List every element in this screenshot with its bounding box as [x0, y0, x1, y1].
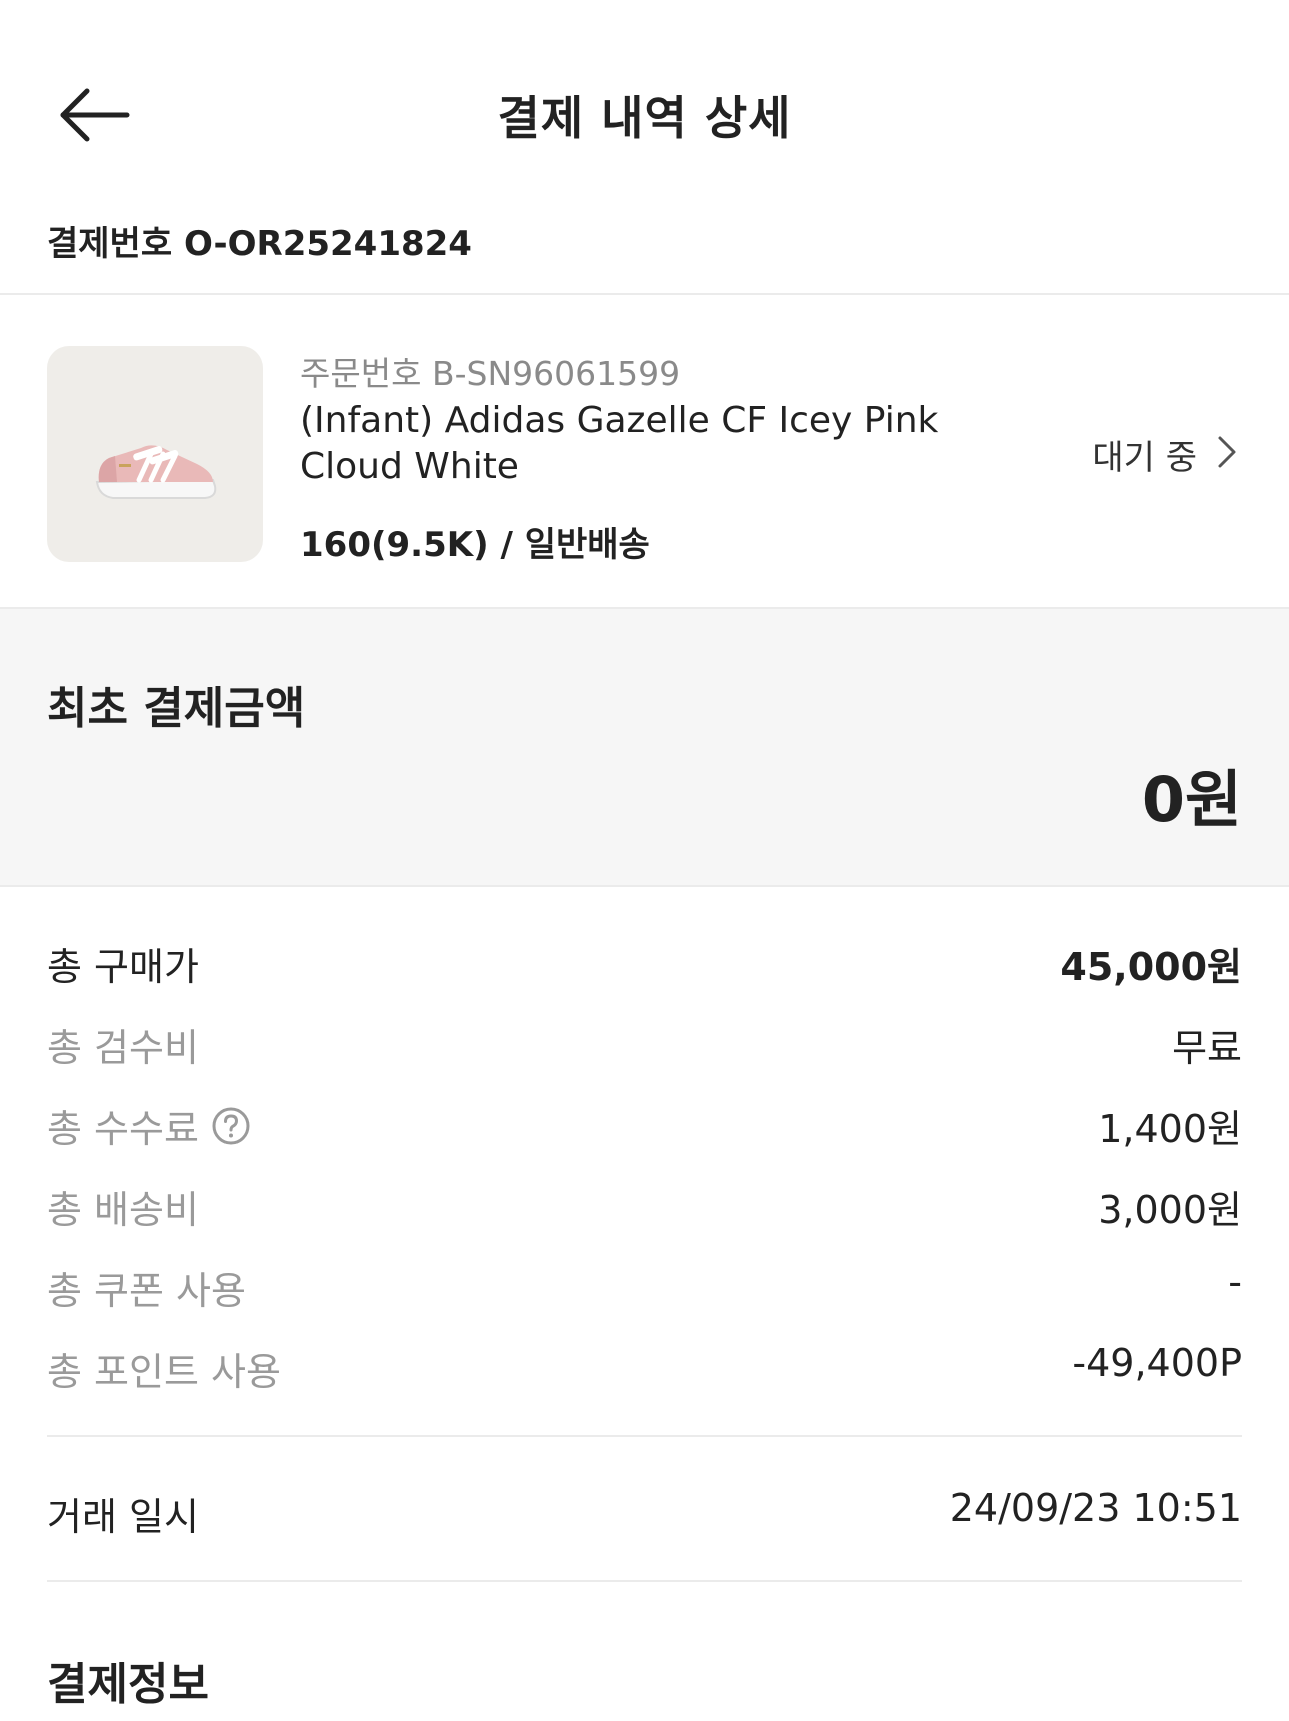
payment-info-heading: 결제정보: [47, 1659, 209, 1710]
line-item-shipping-fee: 총 배송비 3,000원: [47, 1179, 1242, 1239]
line-item-label: 총 쿠폰 사용: [47, 1269, 246, 1313]
line-item-label: 총 배송비: [47, 1188, 199, 1232]
order-number-label: 주문번호: [300, 354, 422, 393]
order-number: 주문번호 B-SN96061599: [300, 347, 680, 395]
line-item-commission: 총 수수료 1,400원: [47, 1098, 1242, 1158]
line-item-transaction-date: 거래 일시 24/09/23 10:51: [47, 1486, 1242, 1546]
product-image: [47, 346, 263, 562]
chevron-right-icon: [1218, 436, 1236, 468]
transaction-date-value: 24/09/23 10:51: [949, 1486, 1242, 1530]
line-item-label: 총 구매가: [47, 945, 199, 989]
line-item-coupon: 총 쿠폰 사용 -: [47, 1260, 1242, 1320]
line-item-total-price: 총 구매가 45,000원: [47, 936, 1242, 996]
divider: [0, 885, 1289, 887]
divider: [47, 1580, 1242, 1582]
initial-payment-label: 최초 결제금액: [47, 683, 306, 734]
line-item-points: 총 포인트 사용 -49,400P: [47, 1341, 1242, 1401]
page-title: 결제 내역 상세: [497, 91, 792, 145]
question-circle-icon[interactable]: [211, 1106, 251, 1146]
line-item-label: 총 검수비: [47, 1026, 199, 1070]
line-item-value: -: [1228, 1260, 1242, 1304]
top-bar: 결제 내역 상세: [0, 0, 1289, 200]
line-item-label: 총 포인트 사용: [47, 1350, 281, 1394]
status-label: 대기 중: [1092, 438, 1197, 478]
divider: [47, 1435, 1242, 1437]
line-item-label: 총 수수료: [47, 1107, 199, 1151]
payment-number-value: O-OR25241824: [183, 224, 472, 264]
line-item-value: 3,000원: [1098, 1188, 1242, 1232]
product-name: (Infant) Adidas Gazelle CF Icey Pink Clo…: [300, 400, 939, 487]
product-option: 160(9.5K) / 일반배송: [300, 525, 650, 565]
transaction-date-label: 거래 일시: [47, 1495, 199, 1539]
line-item-value: 45,000원: [1060, 945, 1242, 989]
payment-number: 결제번호 O-OR25241824: [47, 216, 472, 265]
order-item[interactable]: 주문번호 B-SN96061599 (Infant) Adidas Gazell…: [0, 295, 1289, 607]
payment-number-label: 결제번호: [47, 224, 173, 264]
line-item-value: -49,400P: [1072, 1341, 1242, 1385]
sneaker-image: [95, 445, 217, 499]
order-number-value: B-SN96061599: [431, 354, 681, 393]
initial-payment-box: 최초 결제금액 0원: [0, 609, 1289, 885]
line-item-value: 무료: [1172, 1026, 1242, 1070]
line-item-value: 1,400원: [1098, 1107, 1242, 1151]
initial-payment-amount: 0원: [1141, 763, 1242, 836]
line-item-inspection-fee: 총 검수비 무료: [47, 1017, 1242, 1077]
line-item-label-wrap: 총 수수료: [47, 1098, 251, 1153]
